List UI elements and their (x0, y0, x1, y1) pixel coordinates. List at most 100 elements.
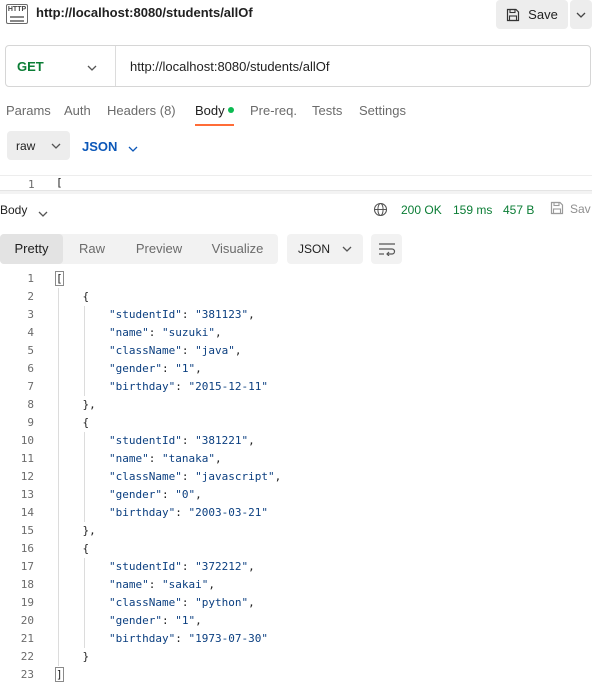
line-number: 8 (27, 398, 34, 411)
line-text: { (56, 542, 90, 555)
method-chevron-down-icon[interactable] (87, 59, 97, 74)
line-number: 6 (27, 362, 34, 375)
response-section-label[interactable]: Body (0, 203, 27, 217)
code-line: 1[ (0, 270, 592, 288)
tab-pre-request[interactable]: Pre-req. (250, 103, 297, 118)
body-mode-select[interactable]: raw (7, 131, 70, 160)
body-indicator-dot (228, 107, 234, 113)
save-icon (507, 8, 520, 21)
code-line: 13 "gender": "0", (0, 486, 592, 504)
active-tab-underline (195, 124, 234, 126)
line-text: "gender": "1", (108, 614, 202, 627)
line-text: "name": "tanaka", (108, 452, 222, 465)
indent-guide (84, 558, 86, 648)
body-language-select[interactable]: JSON (82, 139, 117, 154)
indent-guide (58, 288, 59, 666)
line-number: 18 (20, 578, 34, 591)
request-title[interactable]: http://localhost:8080/students/allOf (36, 5, 253, 20)
line-text: "birthday": "1973-07-30" (108, 632, 268, 645)
line-text: "studentId": "372212", (108, 560, 255, 573)
response-format-label: JSON (298, 242, 331, 256)
line-number: 4 (27, 326, 34, 339)
line-text: "studentId": "381123", (108, 308, 255, 321)
chevron-down-icon (342, 246, 352, 252)
chevron-down-icon (51, 143, 61, 149)
line-number: 22 (20, 650, 34, 663)
line-number: 20 (20, 614, 34, 627)
code-line: 10 "studentId": "381221", (0, 432, 592, 450)
save-response-icon[interactable] (550, 201, 564, 218)
code-line: 7 "birthday": "2015-12-11" (0, 378, 592, 396)
pane-resize-handle[interactable] (0, 190, 592, 194)
code-line: 18 "name": "sakai", (0, 576, 592, 594)
code-line: 5 "className": "java", (0, 342, 592, 360)
code-line: 8 }, (0, 396, 592, 414)
line-number: 14 (20, 506, 34, 519)
line-text: "birthday": "2003-03-21" (108, 506, 268, 519)
tab-auth[interactable]: Auth (64, 103, 91, 118)
tab-tests[interactable]: Tests (312, 103, 342, 118)
response-chevron-down-icon[interactable] (38, 205, 48, 220)
tab-settings[interactable]: Settings (359, 103, 406, 118)
wrap-lines-button[interactable] (371, 234, 402, 264)
line-text: "className": "javascript", (108, 470, 282, 483)
wrap-lines-icon (378, 243, 395, 256)
line-text: { (56, 290, 90, 303)
view-tab-raw[interactable]: Raw (63, 234, 121, 264)
view-tab-visualize[interactable]: Visualize (197, 234, 278, 264)
line-text: "name": "sakai", (108, 578, 215, 591)
url-input[interactable]: http://localhost:8080/students/allOf (130, 59, 329, 74)
code-line: 11 "name": "tanaka", (0, 450, 592, 468)
line-number: 16 (20, 542, 34, 555)
code-line: 3 "studentId": "381123", (0, 306, 592, 324)
code-line: 4 "name": "suzuki", (0, 324, 592, 342)
line-number: 1 (27, 272, 34, 285)
code-line: 17 "studentId": "372212", (0, 558, 592, 576)
response-time[interactable]: 159 ms (453, 203, 492, 217)
request-body-editor[interactable] (0, 175, 592, 190)
line-number: 12 (20, 470, 34, 483)
code-line: 22 } (0, 648, 592, 666)
line-text: "gender": "1", (108, 362, 202, 375)
line-text: "birthday": "2015-12-11" (108, 380, 268, 393)
line-text: ] (55, 667, 64, 682)
code-line: 2 { (0, 288, 592, 306)
line-text: }, (56, 398, 96, 411)
save-response-button[interactable]: Sav (570, 202, 591, 216)
response-format-select[interactable]: JSON (287, 234, 363, 264)
line-number: 19 (20, 596, 34, 609)
line-number: 10 (20, 434, 34, 447)
line-number: 23 (20, 668, 34, 681)
globe-icon[interactable] (373, 202, 388, 220)
code-line: 12 "className": "javascript", (0, 468, 592, 486)
tab-params[interactable]: Params (6, 103, 51, 118)
code-line: 20 "gender": "1", (0, 612, 592, 630)
save-options-button[interactable] (570, 0, 592, 29)
line-number: 5 (27, 344, 34, 357)
code-line: 15 }, (0, 522, 592, 540)
line-text: } (56, 650, 90, 663)
code-line: 14 "birthday": "2003-03-21" (0, 504, 592, 522)
line-number: 3 (27, 308, 34, 321)
save-button[interactable]: Save (496, 0, 568, 29)
chevron-down-icon (576, 12, 586, 18)
line-text: [ (55, 271, 64, 286)
method-select[interactable]: GET (17, 59, 44, 74)
code-line: 19 "className": "python", (0, 594, 592, 612)
tab-body[interactable]: Body (195, 103, 225, 118)
language-chevron-down-icon[interactable] (128, 140, 138, 155)
indent-guide (84, 306, 86, 396)
code-line: 6 "gender": "1", (0, 360, 592, 378)
code-line: 21 "birthday": "1973-07-30" (0, 630, 592, 648)
http-request-icon: HTTP (6, 4, 28, 24)
http-icon-label: HTTP (7, 6, 27, 13)
line-number: 7 (27, 380, 34, 393)
url-divider (115, 46, 116, 86)
line-number: 15 (20, 524, 34, 537)
response-size[interactable]: 457 B (503, 203, 534, 217)
view-tab-pretty[interactable]: Pretty (0, 234, 63, 264)
view-tab-preview[interactable]: Preview (121, 234, 197, 264)
tab-headers[interactable]: Headers (8) (107, 103, 176, 118)
line-number: 11 (20, 452, 34, 465)
status-code[interactable]: 200 OK (401, 203, 442, 217)
